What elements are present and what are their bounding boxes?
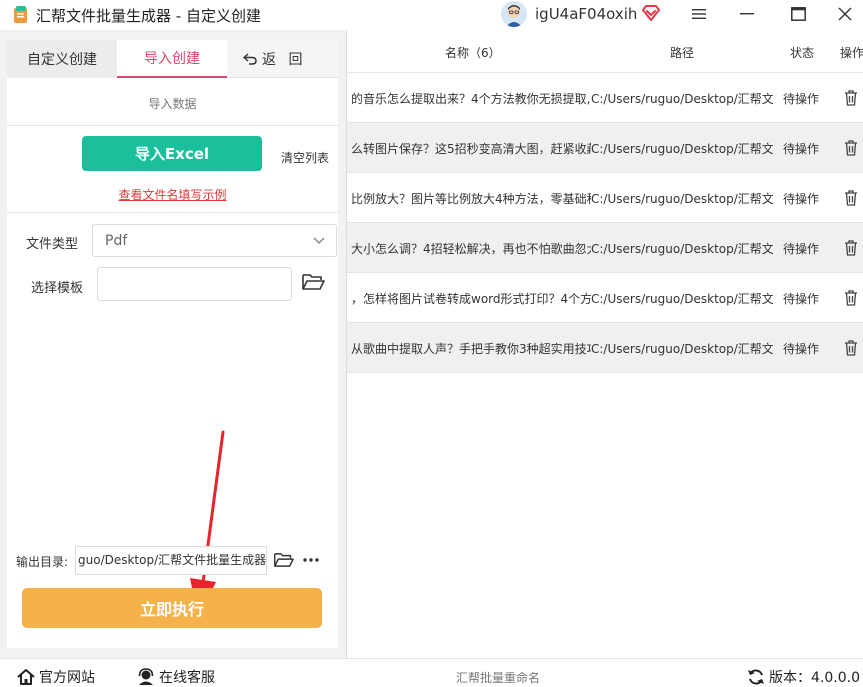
- table-row[interactable]: 么转图片保存？这5招秒变高清大图，赶紧收藏 C:/Users/ruguo/Des…: [347, 123, 863, 173]
- back-label: 返 回: [262, 52, 307, 68]
- row-path: C:/Users/ruguo/Desktop/汇帮文: [591, 242, 773, 256]
- official-website-link[interactable]: 官方网站: [17, 667, 95, 687]
- hamburger-icon: [692, 9, 706, 19]
- row-name: 大小怎么调？4招轻松解决，再也不怕歌曲忽大: [351, 242, 591, 256]
- vip-diamond-icon[interactable]: [641, 3, 661, 23]
- row-path: C:/Users/ruguo/Desktop/汇帮文: [591, 92, 773, 106]
- table-row[interactable]: 比例放大？图片等比例放大4种方法，零基础秒 C:/Users/ruguo/Des…: [347, 173, 863, 223]
- close-icon: [838, 7, 852, 21]
- status-bar: 官方网站 在线客服 汇帮批量重命名 版本：4.0.0.0: [0, 658, 863, 687]
- row-name: ，怎样将图片试卷转成word形式打印？4个方法: [351, 292, 591, 306]
- trash-icon[interactable]: [844, 190, 858, 206]
- headset-icon: [138, 668, 154, 685]
- clear-list-button[interactable]: 清空列表: [281, 149, 329, 166]
- window-title: 汇帮文件批量生成器 - 自定义创建: [36, 7, 261, 25]
- row-status: 待操作: [783, 342, 820, 356]
- filename-example-link[interactable]: 查看文件名填写示例: [7, 186, 338, 203]
- trash-icon[interactable]: [844, 90, 858, 106]
- import-excel-button[interactable]: 导入Excel: [82, 136, 262, 171]
- column-header-status[interactable]: 状态: [790, 44, 814, 61]
- trash-icon[interactable]: [844, 340, 858, 356]
- template-label: 选择模板: [31, 281, 84, 296]
- row-name: 从歌曲中提取人声？手把手教你3种超实用技巧: [351, 342, 591, 356]
- tab-import-create[interactable]: 导入创建: [117, 40, 227, 78]
- product-name: 汇帮批量重命名: [456, 671, 541, 685]
- row-status: 待操作: [783, 292, 820, 306]
- back-arrow-icon: [243, 53, 257, 65]
- chevron-down-icon: [313, 237, 325, 245]
- close-button[interactable]: [822, 0, 863, 28]
- trash-icon[interactable]: [844, 140, 858, 156]
- back-button[interactable]: 返 回: [235, 40, 335, 78]
- row-path: C:/Users/ruguo/Desktop/汇帮文: [591, 192, 773, 206]
- tab-custom-create[interactable]: 自定义创建: [7, 40, 117, 78]
- row-path: C:/Users/ruguo/Desktop/汇帮文: [591, 292, 773, 306]
- online-support-label: 在线客服: [159, 670, 215, 686]
- row-status: 待操作: [783, 142, 820, 156]
- table-row[interactable]: 从歌曲中提取人声？手把手教你3种超实用技巧 C:/Users/ruguo/Des…: [347, 323, 863, 373]
- version-info[interactable]: 版本：4.0.0.0: [747, 667, 860, 687]
- column-header-name[interactable]: 名称（6）: [445, 44, 501, 61]
- file-type-value: Pdf: [105, 232, 128, 249]
- user-name[interactable]: igU4aF04oxih: [535, 5, 637, 23]
- row-name: 么转图片保存？这5招秒变高清大图，赶紧收藏: [351, 142, 591, 156]
- minimize-button[interactable]: [724, 0, 770, 28]
- home-icon: [17, 669, 35, 685]
- trash-icon[interactable]: [844, 290, 858, 306]
- row-path: C:/Users/ruguo/Desktop/汇帮文: [591, 142, 773, 156]
- user-avatar[interactable]: [501, 1, 527, 27]
- template-input[interactable]: [97, 267, 292, 301]
- section-title-import-data: 导入数据: [148, 97, 197, 111]
- menu-button[interactable]: [676, 0, 722, 28]
- more-options-icon[interactable]: [302, 552, 320, 568]
- column-header-action[interactable]: 操作: [840, 44, 863, 61]
- online-support-link[interactable]: 在线客服: [137, 667, 215, 687]
- version-label: 版本：4.0.0.0: [769, 670, 860, 686]
- row-status: 待操作: [783, 192, 820, 206]
- column-header-path[interactable]: 路径: [670, 44, 694, 61]
- avatar-icon: [501, 1, 527, 27]
- divider: [7, 125, 338, 126]
- file-type-label: 文件类型: [26, 237, 79, 252]
- table-row[interactable]: ，怎样将图片试卷转成word形式打印？4个方法 C:/Users/ruguo/D…: [347, 273, 863, 323]
- row-status: 待操作: [783, 242, 820, 256]
- minimize-icon: [740, 13, 754, 15]
- folder-open-icon[interactable]: [273, 551, 294, 569]
- output-directory-input[interactable]: guo/Desktop/汇帮文件批量生成器: [75, 546, 267, 575]
- table-row[interactable]: 的音乐怎么提取出来？4个方法教你无损提取, C:/Users/ruguo/Des…: [347, 73, 863, 123]
- row-status: 待操作: [783, 92, 820, 106]
- table-row[interactable]: 大小怎么调？4招轻松解决，再也不怕歌曲忽大 C:/Users/ruguo/Des…: [347, 223, 863, 273]
- mode-tabs: 自定义创建 导入创建 返 回: [7, 40, 338, 78]
- divider: [7, 212, 338, 213]
- table-header: 名称（6） 路径 状态 操作: [347, 30, 863, 73]
- row-name: 的音乐怎么提取出来？4个方法教你无损提取,: [351, 92, 591, 106]
- run-now-button[interactable]: 立即执行: [22, 588, 322, 628]
- maximize-icon: [790, 7, 806, 21]
- maximize-button[interactable]: [775, 0, 821, 28]
- trash-icon[interactable]: [844, 240, 858, 256]
- file-type-select[interactable]: Pdf: [92, 224, 337, 257]
- refresh-icon: [748, 669, 764, 685]
- app-logo-icon: [14, 6, 27, 23]
- row-name: 比例放大？图片等比例放大4种方法，零基础秒: [351, 192, 591, 206]
- title-bar: 汇帮文件批量生成器 - 自定义创建 igU4aF04oxih: [0, 0, 863, 30]
- row-path: C:/Users/ruguo/Desktop/汇帮文: [591, 342, 773, 356]
- folder-open-icon[interactable]: [301, 272, 325, 292]
- official-website-label: 官方网站: [39, 670, 95, 686]
- output-directory-label: 输出目录:: [16, 555, 69, 569]
